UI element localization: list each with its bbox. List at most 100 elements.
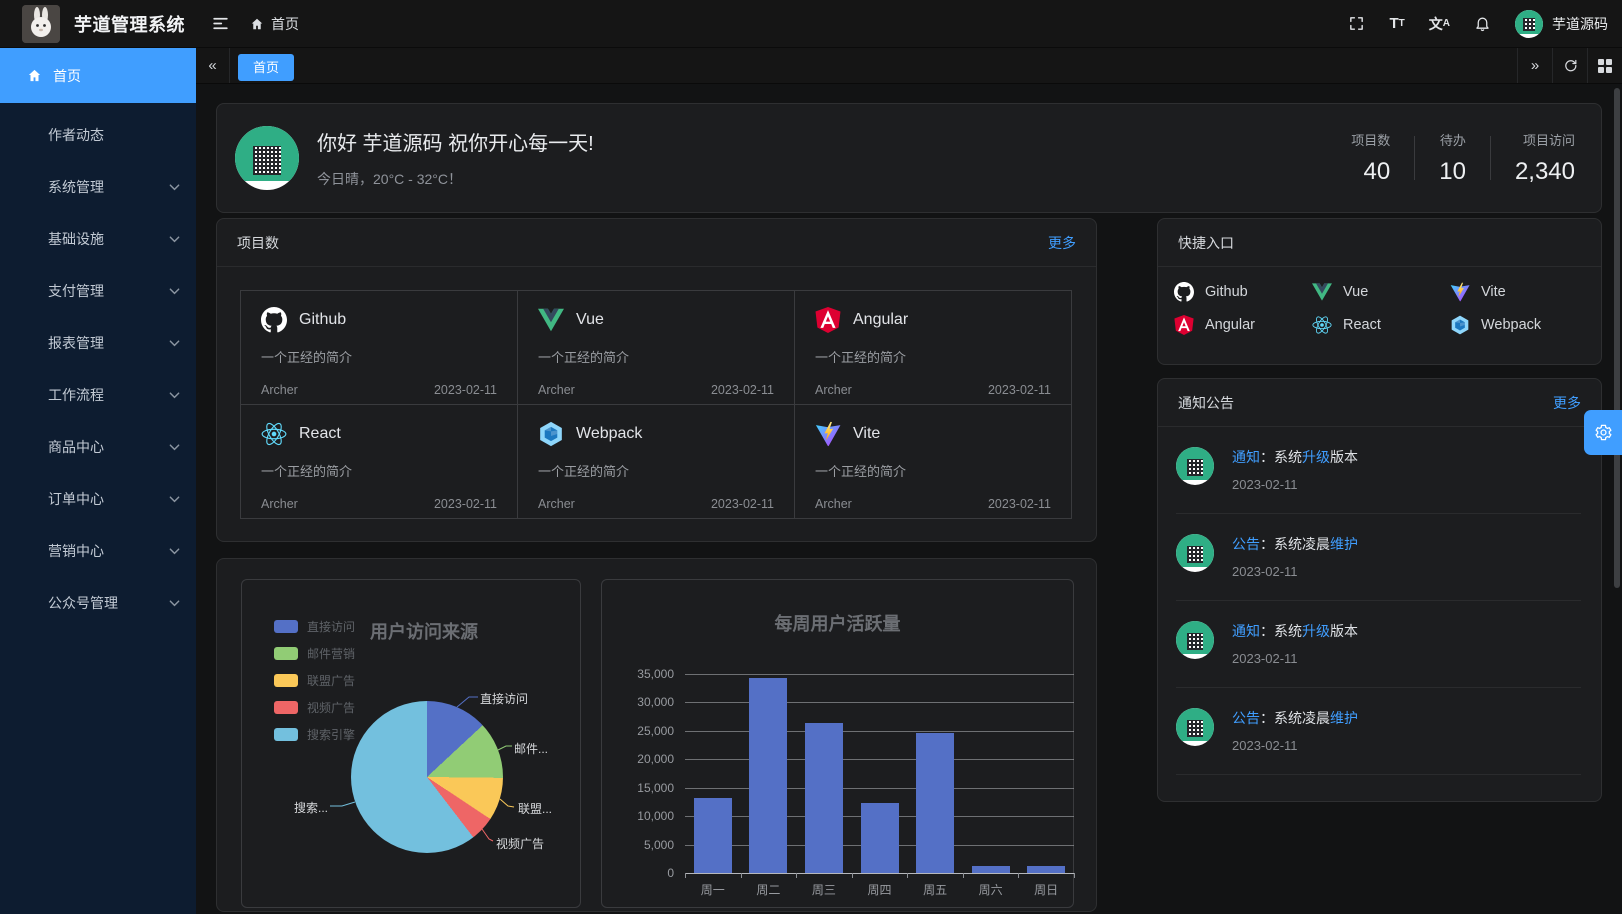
bar-周四[interactable]: [861, 803, 899, 873]
quick-entry-label: Vite: [1481, 284, 1506, 300]
react-icon: [261, 421, 287, 447]
notification-bell-icon[interactable]: [1474, 15, 1491, 32]
chevron-down-icon: [169, 494, 180, 505]
tabs-menu-button[interactable]: [1587, 48, 1622, 83]
sidebar-item-11[interactable]: 公众号管理: [0, 577, 196, 629]
webpack-icon: [1450, 315, 1470, 335]
bar-周一[interactable]: [694, 798, 732, 873]
notice-avatar: [1176, 621, 1214, 659]
notice-item-1[interactable]: 通知：系统升级版本2023-02-11: [1176, 427, 1581, 514]
refresh-page-button[interactable]: [1552, 48, 1587, 83]
projects-more-link[interactable]: 更多: [1048, 233, 1076, 253]
tabs-scroll-left-button[interactable]: «: [196, 48, 230, 83]
project-card-vue[interactable]: Vue 一个正经的简介 Archer2023-02-11: [517, 290, 795, 405]
legend-item-5[interactable]: 搜索引擎: [274, 726, 355, 743]
project-author: Archer: [815, 383, 852, 397]
project-card-angular[interactable]: Angular 一个正经的简介 Archer2023-02-11: [794, 290, 1072, 405]
project-card-react[interactable]: React 一个正经的简介 Archer2023-02-11: [240, 404, 518, 519]
stat-3: 项目访问2,340: [1515, 130, 1575, 186]
notice-item-3[interactable]: 通知：系统升级版本2023-02-11: [1176, 601, 1581, 688]
bar-周六[interactable]: [972, 866, 1010, 874]
legend-item-3[interactable]: 联盟广告: [274, 672, 355, 689]
y-axis-label: 0: [602, 866, 674, 880]
angular-icon: [815, 307, 841, 333]
sidebar-item-label: 支付管理: [48, 281, 104, 301]
x-axis-tick: [963, 873, 964, 878]
sidebar-item-9[interactable]: 订单中心: [0, 473, 196, 525]
user-menu[interactable]: 芋道源码: [1515, 10, 1608, 38]
sidebar-item-10[interactable]: 营销中心: [0, 525, 196, 577]
notice-date: 2023-02-11: [1232, 564, 1358, 579]
chevron-down-icon: [169, 598, 180, 609]
stat-value: 10: [1439, 158, 1466, 186]
bar-周日[interactable]: [1027, 866, 1065, 874]
bar-周三[interactable]: [805, 723, 843, 873]
y-axis-label: 30,000: [602, 695, 674, 709]
bar-周五[interactable]: [916, 733, 954, 873]
language-switch-icon[interactable]: 文A: [1429, 14, 1450, 34]
vue-icon: [538, 307, 564, 333]
x-axis-tick: [685, 873, 686, 878]
project-name: Vue: [576, 311, 604, 329]
stat-label: 待办: [1439, 130, 1466, 149]
notice-more-link[interactable]: 更多: [1553, 393, 1581, 413]
project-author: Archer: [538, 383, 575, 397]
quick-entry-card: 快捷入口 GithubVueViteAngularReactWebpack: [1157, 218, 1602, 365]
sidebar-item-4[interactable]: 基础设施: [0, 213, 196, 265]
breadcrumb[interactable]: 首页: [250, 14, 299, 34]
sidebar-item-1[interactable]: 首页: [0, 48, 196, 103]
legend-item-4[interactable]: 视频广告: [274, 699, 355, 716]
chevron-down-icon: [169, 338, 180, 349]
notice-date: 2023-02-11: [1232, 738, 1358, 753]
greeting-weather: 今日晴，20°C - 32°C！: [317, 169, 594, 189]
tab-首页[interactable]: 首页: [238, 54, 294, 81]
sidebar-fold-icon[interactable]: [211, 14, 230, 33]
sidebar-item-8[interactable]: 商品中心: [0, 421, 196, 473]
fullscreen-icon[interactable]: [1348, 15, 1365, 32]
pie-chart[interactable]: [351, 701, 503, 853]
project-card-webpack[interactable]: Webpack 一个正经的简介 Archer2023-02-11: [517, 404, 795, 519]
stat-2: 待办 10: [1439, 130, 1466, 186]
sidebar-item-2[interactable]: 作者动态: [0, 109, 196, 161]
font-size-icon[interactable]: TT: [1389, 15, 1404, 32]
notice-avatar: [1176, 447, 1214, 485]
quick-entry-vue[interactable]: Vue: [1312, 282, 1450, 302]
sidebar-item-3[interactable]: 系统管理: [0, 161, 196, 213]
sidebar-item-7[interactable]: 工作流程: [0, 369, 196, 421]
notice-body: 通知：系统升级版本2023-02-11: [1232, 447, 1358, 492]
quick-entry-vite[interactable]: Vite: [1450, 282, 1588, 302]
notice-item-2[interactable]: 公告：系统凌晨维护2023-02-11: [1176, 514, 1581, 601]
theme-settings-button[interactable]: [1584, 410, 1622, 455]
pie-label-3: 联盟...: [518, 800, 552, 817]
legend-swatch: [274, 620, 298, 633]
github-icon: [261, 307, 287, 333]
project-author: Archer: [815, 497, 852, 511]
main-scrollbar-thumb[interactable]: [1614, 88, 1620, 588]
project-desc: 一个正经的简介: [815, 347, 1051, 366]
tabs-scroll-right-button[interactable]: »: [1517, 48, 1552, 83]
greeting-card: 你好 芋道源码 祝你开心每一天! 今日晴，20°C - 32°C！ 项目数40待…: [216, 103, 1602, 213]
legend-item-2[interactable]: 邮件营销: [274, 645, 355, 662]
bar-周二[interactable]: [749, 678, 787, 873]
project-card-github[interactable]: Github 一个正经的简介 Archer2023-02-11: [240, 290, 518, 405]
project-card-vite[interactable]: Vite 一个正经的简介 Archer2023-02-11: [794, 404, 1072, 519]
notice-title: 通知：系统升级版本: [1232, 447, 1358, 467]
project-date: 2023-02-11: [711, 497, 774, 511]
legend-item-1[interactable]: 直接访问: [274, 618, 355, 635]
project-author: Archer: [261, 383, 298, 397]
quick-entry-webpack[interactable]: Webpack: [1450, 315, 1588, 335]
sidebar-item-5[interactable]: 支付管理: [0, 265, 196, 317]
sidebar-item-label: 报表管理: [48, 333, 104, 353]
notice-item-4[interactable]: 公告：系统凌晨维护2023-02-11: [1176, 688, 1581, 775]
user-avatar: [1515, 10, 1543, 38]
project-desc: 一个正经的简介: [538, 461, 774, 480]
quick-entry-react[interactable]: React: [1312, 315, 1450, 335]
angular-icon: [1174, 315, 1194, 335]
legend-label: 视频广告: [307, 699, 355, 716]
quick-entry-github[interactable]: Github: [1174, 282, 1312, 302]
quick-entry-label: Vue: [1343, 284, 1368, 300]
quick-entry-angular[interactable]: Angular: [1174, 315, 1312, 335]
sidebar-item-6[interactable]: 报表管理: [0, 317, 196, 369]
pie-label-2: 邮件...: [514, 740, 548, 757]
app-logo[interactable]: [22, 5, 60, 43]
